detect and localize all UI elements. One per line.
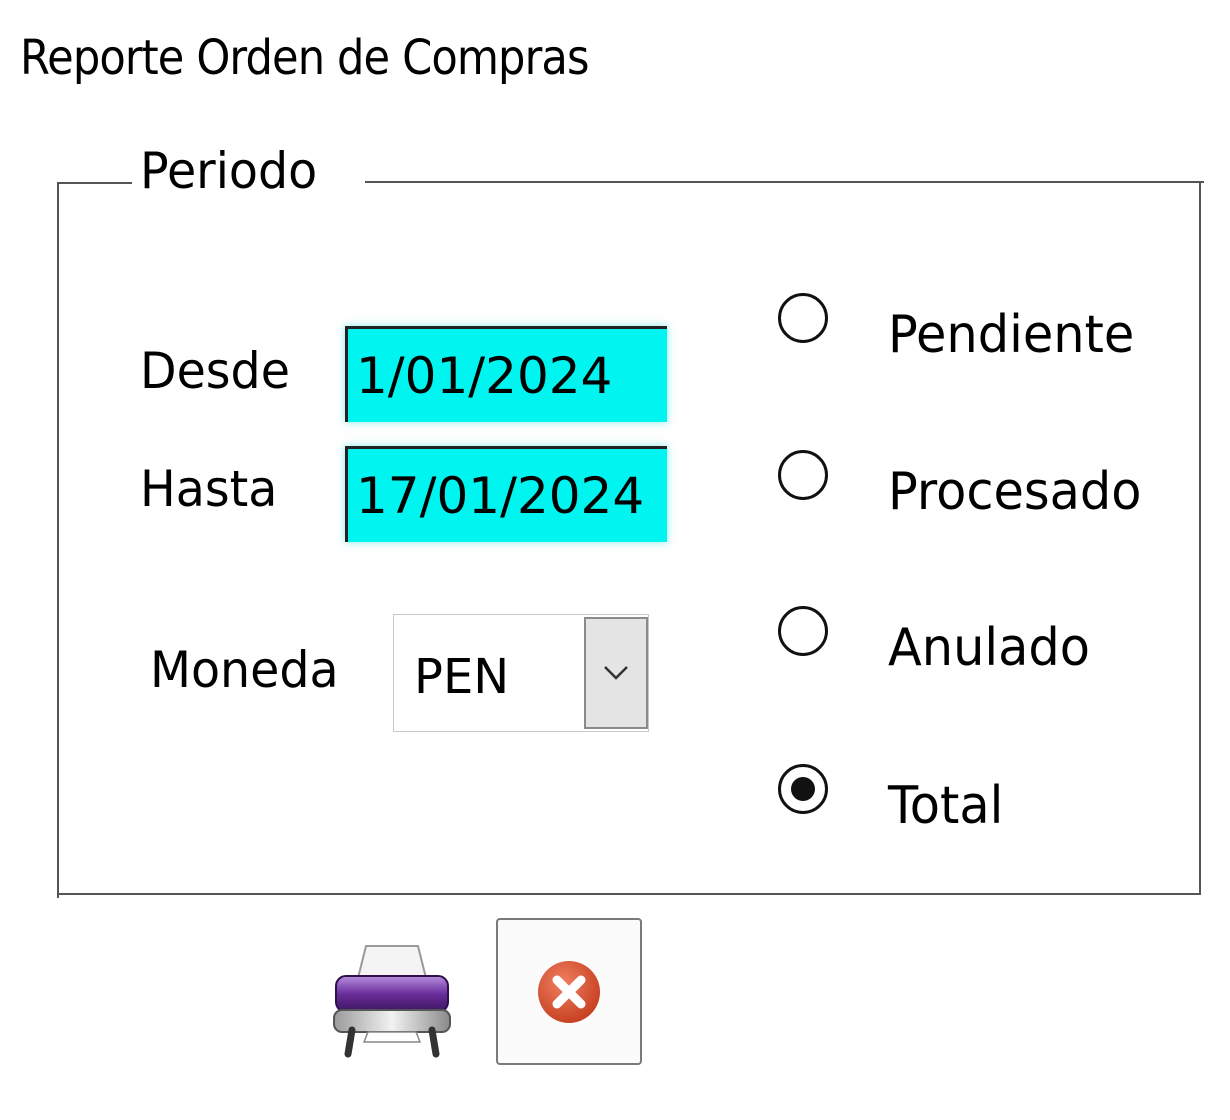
desde-date-input[interactable] bbox=[345, 326, 667, 422]
printer-icon bbox=[333, 945, 451, 1058]
radio-button-checked[interactable] bbox=[778, 764, 828, 814]
periodo-legend: Periodo bbox=[140, 142, 318, 200]
radio-label-procesado: Procesado bbox=[888, 462, 1142, 522]
radio-option-pendiente[interactable]: Pendiente bbox=[778, 293, 1178, 373]
radio-option-total[interactable]: Total bbox=[778, 764, 1178, 844]
desde-label: Desde bbox=[140, 342, 290, 400]
radio-button[interactable] bbox=[778, 450, 828, 500]
moneda-dropdown-button[interactable] bbox=[584, 617, 648, 729]
close-circle-icon bbox=[538, 960, 600, 1023]
radio-label-pendiente: Pendiente bbox=[888, 305, 1135, 365]
radio-label-anulado: Anulado bbox=[888, 618, 1090, 678]
chevron-down-icon bbox=[604, 666, 628, 680]
close-button[interactable] bbox=[496, 918, 642, 1065]
radio-label-total: Total bbox=[888, 776, 1004, 836]
radio-option-procesado[interactable]: Procesado bbox=[778, 450, 1178, 530]
window-title: Reporte Orden de Compras bbox=[20, 30, 590, 86]
hasta-date-input[interactable] bbox=[345, 446, 667, 542]
radio-button[interactable] bbox=[778, 606, 828, 656]
moneda-select[interactable]: PEN bbox=[393, 614, 649, 732]
radio-button[interactable] bbox=[778, 293, 828, 343]
radio-option-anulado[interactable]: Anulado bbox=[778, 606, 1178, 686]
print-button[interactable] bbox=[328, 938, 456, 1063]
hasta-label: Hasta bbox=[140, 460, 278, 518]
moneda-label: Moneda bbox=[150, 641, 339, 699]
moneda-selected-value: PEN bbox=[414, 649, 510, 705]
